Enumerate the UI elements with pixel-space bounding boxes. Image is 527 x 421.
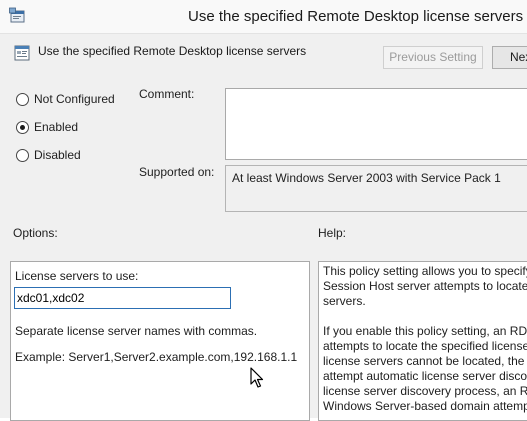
options-label: Options:	[13, 226, 58, 240]
license-servers-label: License servers to use:	[15, 269, 139, 283]
mouse-pointer-icon	[250, 367, 264, 388]
policy-title: Use the specified Remote Desktop license…	[38, 44, 307, 58]
title-bar: Use the specified Remote Desktop license…	[0, 0, 527, 34]
next-setting-button[interactable]: Nex	[492, 46, 527, 69]
license-servers-hint: Separate license server names with comma…	[15, 324, 258, 338]
license-servers-example: Example: Server1,Server2.example.com,192…	[15, 350, 298, 364]
help-line: If you enable this policy setting, an RD	[323, 324, 527, 338]
supported-on-label: Supported on:	[139, 165, 215, 179]
help-panel: This policy setting allows you to specif…	[318, 261, 527, 421]
radio-circle[interactable]	[16, 149, 29, 162]
options-panel: License servers to use: Separate license…	[10, 261, 310, 421]
radio-label: Disabled	[34, 148, 81, 162]
policy-setting-icon	[14, 45, 30, 61]
comment-textarea[interactable]	[225, 88, 527, 160]
help-line: servers.	[323, 294, 366, 308]
license-servers-input[interactable]	[14, 287, 231, 309]
help-line: Session Host server attempts to locate l	[323, 279, 527, 293]
comment-label: Comment:	[139, 87, 195, 101]
supported-on-field: At least Windows Server 2003 with Servic…	[225, 165, 527, 212]
help-paragraph-2: If you enable this policy setting, an RD…	[323, 324, 527, 414]
help-text: This policy setting allows you to specif…	[323, 264, 527, 420]
help-line: license server discovery process, an RD	[323, 384, 527, 398]
help-paragraph-1: This policy setting allows you to specif…	[323, 264, 527, 309]
window-title: Use the specified Remote Desktop license…	[188, 8, 524, 25]
radio-circle[interactable]	[16, 93, 29, 106]
help-line: attempt automatic license server disco	[323, 369, 527, 383]
radio-label: Not Configured	[34, 92, 115, 106]
help-line: attempts to locate the specified license	[323, 339, 527, 353]
policy-editor-body: Use the specified Remote Desktop license…	[0, 34, 527, 421]
help-line: Windows Server-based domain attemp	[323, 399, 527, 413]
radio-circle-selected[interactable]	[16, 121, 29, 134]
radio-label: Enabled	[34, 120, 79, 134]
supported-on-value: At least Windows Server 2003 with Servic…	[232, 171, 501, 185]
help-label: Help:	[318, 226, 347, 240]
policy-window-icon	[9, 7, 25, 23]
help-line: This policy setting allows you to specif…	[323, 264, 527, 278]
help-line: license servers cannot be located, the R	[323, 354, 527, 368]
previous-setting-button[interactable]: Previous Setting	[383, 46, 483, 69]
